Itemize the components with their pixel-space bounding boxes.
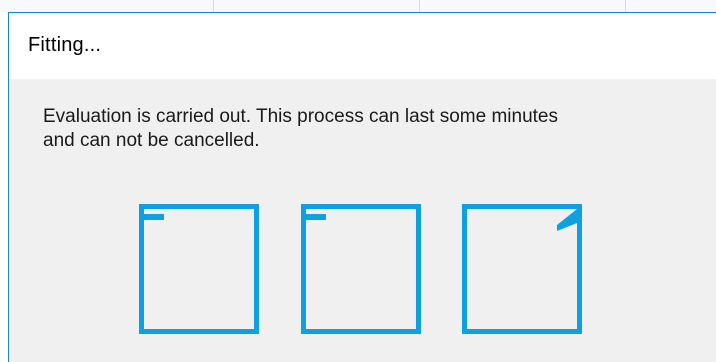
busy-square-icon xyxy=(462,204,582,334)
busy-square-notch xyxy=(144,214,164,220)
busy-square-corner xyxy=(557,209,577,231)
background-divider xyxy=(625,0,626,12)
dialog-titlebar[interactable]: Fitting... xyxy=(9,13,716,79)
busy-square-icon xyxy=(139,204,259,334)
busy-square-icon xyxy=(301,204,421,334)
screen: Fitting... Evaluation is carried out. Th… xyxy=(0,0,716,362)
dialog-message-line: and can not be cancelled. xyxy=(43,130,260,151)
dialog-message-line: Evaluation is carried out. This process … xyxy=(43,106,558,127)
background-divider xyxy=(419,0,420,12)
busy-indicator xyxy=(139,204,599,354)
dialog-title: Fitting... xyxy=(28,34,102,56)
background-divider xyxy=(213,0,214,12)
busy-square-notch xyxy=(306,214,326,220)
background-window-strip xyxy=(0,0,716,12)
dialog-message: Evaluation is carried out. This process … xyxy=(43,105,703,153)
fitting-dialog: Fitting... Evaluation is carried out. Th… xyxy=(8,12,716,362)
